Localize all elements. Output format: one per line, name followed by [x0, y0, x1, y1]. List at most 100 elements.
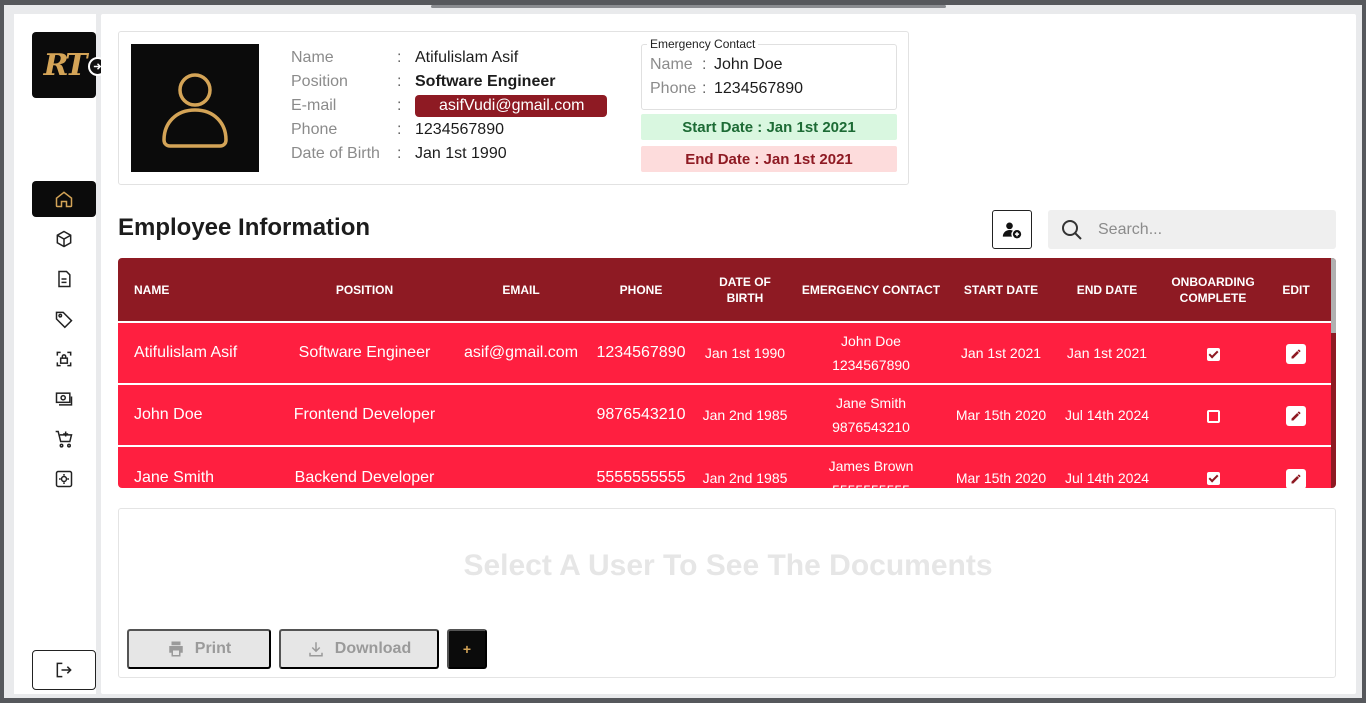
cell-position: Frontend Developer	[293, 406, 436, 423]
sidebar-item-documents[interactable]	[32, 261, 96, 297]
profile-name: Atifulislam Asif	[415, 49, 519, 66]
profile-email[interactable]: asifVudi@gmail.com	[415, 95, 607, 117]
table-scrollbar[interactable]	[1331, 258, 1336, 488]
app-window: RT Name: Atifulislam Asif Position: So…	[4, 5, 1362, 698]
separator: :	[397, 97, 402, 114]
column-header-position[interactable]: POSITION	[268, 258, 461, 322]
onboarding-checkbox[interactable]	[1206, 409, 1220, 423]
column-header-emergency-contact[interactable]: EMERGENCY CONTACT	[789, 258, 953, 322]
separator: :	[702, 56, 707, 73]
edit-button[interactable]	[1286, 406, 1306, 427]
edit-button[interactable]	[1286, 468, 1306, 488]
sidebar-item-cart[interactable]	[32, 421, 96, 457]
logout-button[interactable]	[32, 650, 96, 690]
lock-icon	[56, 351, 72, 367]
documents-empty-message: Select A User To See The Documents	[463, 549, 993, 582]
emergency-contact-name: Jane Smith	[835, 395, 907, 411]
user-placeholder-icon	[162, 73, 228, 148]
onboarding-header-line1: ONBOARDING	[1171, 274, 1255, 289]
settings-icon	[55, 470, 73, 488]
edit-button[interactable]	[1286, 344, 1306, 365]
column-header-edit: EDIT	[1282, 282, 1310, 297]
profile-position-row: Position : Software Engineer	[291, 70, 607, 94]
onboarding-checkbox[interactable]	[1206, 472, 1220, 486]
cell-start-date: Jan 1st 2021	[960, 345, 1042, 361]
emergency-name-label: Name	[650, 56, 693, 73]
cell-name: Jane Smith	[134, 468, 215, 486]
print-button[interactable]: Print	[127, 629, 271, 669]
cell-phone: 9876543210	[596, 406, 686, 423]
download-label: Download	[334, 640, 412, 657]
download-icon	[309, 642, 323, 657]
table-row[interactable]: Jane Smith Backend Developer 5555555555 …	[118, 446, 1331, 488]
table-row[interactable]: Atifulislam Asif Software Engineer asif@…	[118, 322, 1331, 384]
sidebar-item-settings[interactable]	[32, 461, 96, 497]
sidebar-item-payments[interactable]	[32, 381, 96, 417]
pencil-icon	[1291, 474, 1301, 484]
add-user-button[interactable]	[992, 210, 1032, 249]
cell-emergency-contact: Jane Smith 9876543210	[789, 384, 953, 446]
table-row[interactable]: John Doe Frontend Developer 9876543210 J…	[118, 384, 1331, 446]
sidebar-item-security[interactable]	[32, 341, 96, 377]
cell-end-date: Jul 14th 2024	[1064, 469, 1150, 486]
app-logo[interactable]: RT	[32, 32, 96, 98]
column-header-end-date[interactable]: END DATE	[1049, 258, 1165, 322]
profile-details: Name : Atifulislam Asif Position : Softw…	[291, 46, 607, 166]
cell-dob: Jan 1st 1990	[704, 345, 786, 361]
profile-dob-row: Date of Birth : Jan 1st 1990	[291, 142, 607, 166]
column-header-start-date[interactable]: START DATE	[953, 258, 1049, 322]
sidebar: RT	[14, 14, 107, 694]
cell-email	[461, 446, 581, 488]
emergency-contact-title: Emergency Contact	[647, 37, 759, 51]
cell-edit	[1261, 322, 1331, 384]
cell-start-date: Mar 15th 2020	[955, 469, 1047, 486]
end-date-badge: End Date : Jan 1st 2021	[641, 146, 897, 172]
dob-label: Date of Birth	[291, 145, 380, 162]
profile-phone-row: Phone : 1234567890	[291, 118, 607, 142]
profile-card: Name : Atifulislam Asif Position : Softw…	[118, 31, 909, 185]
cell-phone: 1234567890	[596, 344, 686, 361]
payments-icon	[55, 392, 73, 406]
page-title: Employee Information	[118, 214, 371, 241]
column-header-phone[interactable]: PHONE	[581, 258, 701, 322]
cell-onboarding	[1165, 322, 1261, 384]
add-document-button[interactable]: +	[447, 629, 487, 669]
cell-end-date: Jan 1st 2021	[1066, 345, 1148, 361]
profile-position: Software Engineer	[415, 73, 556, 90]
name-label: Name	[291, 49, 334, 66]
table-scrollbar-thumb[interactable]	[1331, 258, 1336, 333]
cart-icon	[55, 430, 73, 448]
column-header-dob[interactable]: DATE OF BIRTH	[701, 258, 789, 322]
emergency-contact-box: Emergency Contact Name : John Doe Phone …	[641, 37, 897, 110]
column-header-email[interactable]: EMAIL	[461, 258, 581, 322]
box-icon	[56, 230, 72, 248]
home-icon	[55, 191, 73, 208]
separator: :	[702, 80, 707, 97]
emergency-contact-name: James Brown	[828, 457, 914, 474]
profile-name-row: Name : Atifulislam Asif	[291, 46, 607, 70]
onboarding-checkbox[interactable]	[1206, 347, 1220, 361]
position-label: Position	[291, 73, 348, 90]
emergency-phone-label: Phone	[650, 80, 697, 97]
profile-dob: Jan 1st 1990	[415, 145, 507, 162]
sidebar-item-inventory[interactable]	[32, 221, 96, 257]
cell-dob: Jan 2nd 1985	[702, 407, 788, 423]
column-header-name[interactable]: NAME	[118, 258, 268, 322]
column-header-onboarding[interactable]: ONBOARDING COMPLETE	[1165, 258, 1261, 322]
logout-icon	[56, 662, 72, 678]
documents-panel: Select A User To See The Documents Print…	[118, 508, 1336, 678]
cell-email	[461, 384, 581, 446]
download-button[interactable]: Download	[279, 629, 439, 669]
search-icon[interactable]	[1060, 218, 1084, 242]
cell-edit	[1261, 384, 1331, 446]
onboarding-header-line2: COMPLETE	[1179, 290, 1247, 305]
cell-phone: 5555555555	[596, 468, 686, 486]
sidebar-item-home[interactable]	[32, 181, 96, 217]
search-input[interactable]	[1098, 220, 1308, 239]
sidebar-item-tags[interactable]	[32, 301, 96, 337]
emergency-contact-phone: 9876543210	[832, 419, 910, 435]
employee-table: NAME POSITION EMAIL PHONE DATE OF BIRTH …	[118, 258, 1331, 488]
phone-label: Phone	[291, 121, 338, 138]
separator: :	[397, 121, 402, 138]
emergency-name: John Doe	[714, 56, 783, 73]
